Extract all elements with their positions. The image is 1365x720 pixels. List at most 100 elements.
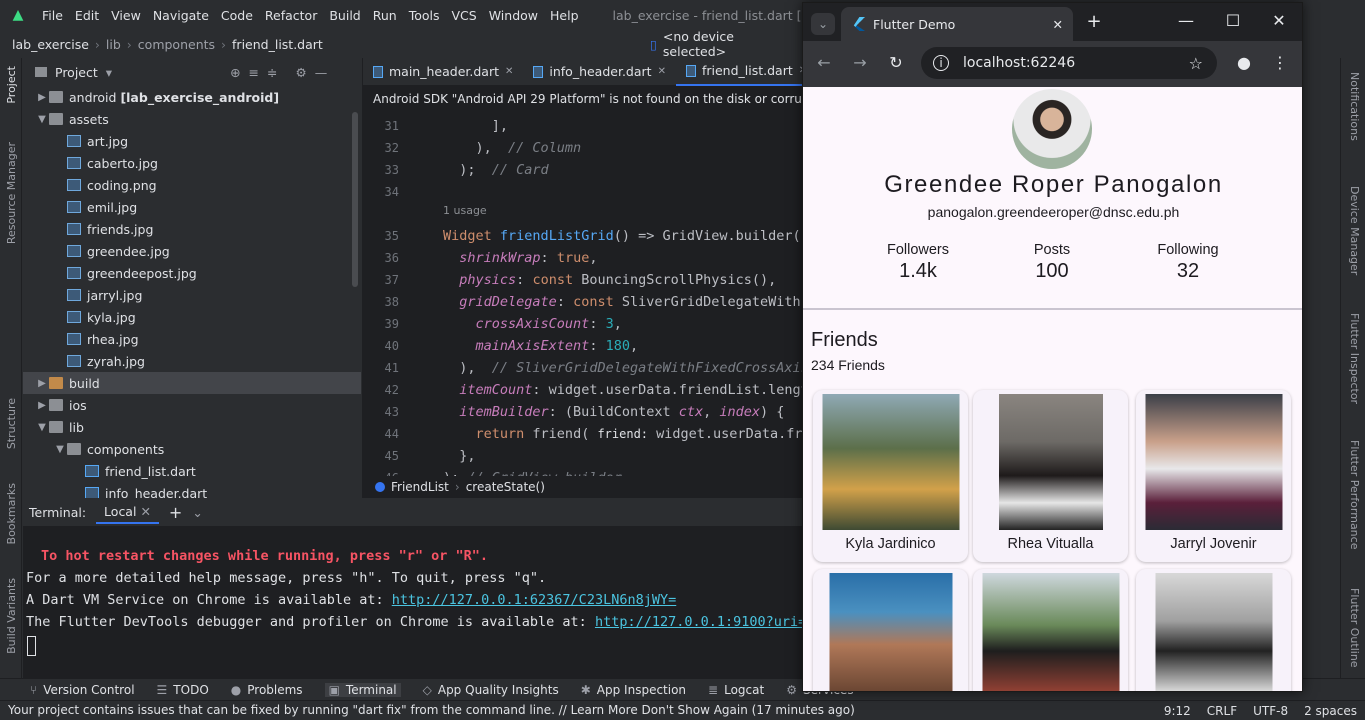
add-terminal-icon[interactable]: +	[169, 503, 182, 522]
close-window-icon[interactable]: ✕	[1268, 11, 1290, 30]
menu-item[interactable]: Help	[544, 8, 585, 23]
terminal-cursor[interactable]	[27, 636, 36, 656]
expand-toggle-icon[interactable]: ▼	[35, 422, 49, 433]
strip-flutter-outline[interactable]: Flutter Outline	[1348, 588, 1361, 668]
code-editor[interactable]: 31 ], 32 ), // Column 33 ); // Card 34 1 usa…	[363, 112, 803, 476]
menu-item[interactable]: Navigate	[147, 8, 215, 23]
tool-window-button[interactable]: ⑂ Version Control	[30, 683, 135, 697]
file-encoding[interactable]: UTF-8	[1253, 704, 1288, 718]
friend-card[interactable]: Jarryl Jovenir	[1136, 390, 1291, 562]
tree-item[interactable]: ▶ ios	[23, 394, 361, 416]
gear-icon[interactable]: ⚙	[296, 65, 307, 80]
tree-item[interactable]: kyla.jpg	[23, 306, 361, 328]
strip-project[interactable]: Project	[5, 66, 18, 104]
code-line[interactable]: mainAxisExtent: 180,	[443, 338, 639, 354]
code-line[interactable]: ), // SliverGridDelegateWithFixedCrossAx…	[443, 360, 803, 376]
code-line[interactable]: gridDelegate: const SliverGridDelegateWi…	[443, 294, 803, 310]
expand-toggle-icon[interactable]: ▼	[35, 114, 49, 125]
usage-hint[interactable]: 1 usage	[443, 204, 487, 217]
expand-toggle-icon[interactable]: ▶	[35, 400, 49, 411]
menu-item[interactable]: Tools	[403, 8, 446, 23]
status-message[interactable]: Your project contains issues that can be…	[8, 703, 855, 717]
strip-flutter-performance[interactable]: Flutter Performance	[1348, 440, 1361, 549]
tool-window-button[interactable]: ✱ App Inspection	[581, 683, 686, 697]
menu-item[interactable]: File	[36, 8, 69, 23]
forward-icon[interactable]: →	[849, 53, 871, 72]
code-line[interactable]: shrinkWrap: true,	[443, 250, 597, 266]
chevron-down-icon[interactable]: ⌄	[192, 505, 202, 520]
tree-item[interactable]: ▼ assets	[23, 108, 361, 130]
editor-tab[interactable]: info_header.dart ✕	[523, 58, 676, 86]
code-line[interactable]: },	[443, 448, 475, 464]
device-selector[interactable]: ▯ <no device selected>	[650, 29, 800, 59]
menu-item[interactable]: Edit	[69, 8, 105, 23]
browser-tab[interactable]: Flutter Demo ✕	[841, 7, 1073, 41]
tree-item[interactable]: caberto.jpg	[23, 152, 361, 174]
code-line[interactable]: itemCount: widget.userData.friendList.le…	[443, 382, 803, 398]
tree-item[interactable]: greendee.jpg	[23, 240, 361, 262]
menu-item[interactable]: Refactor	[259, 8, 323, 23]
tree-item[interactable]: ▼ lib	[23, 416, 361, 438]
tab-search-icon[interactable]: ⌄	[811, 13, 835, 35]
reload-icon[interactable]: ↻	[885, 53, 907, 72]
menu-item[interactable]: View	[105, 8, 147, 23]
strip-notifications[interactable]: Notifications	[1348, 72, 1361, 141]
breadcrumb-components[interactable]: components	[138, 37, 215, 52]
tree-item[interactable]: zyrah.jpg	[23, 350, 361, 372]
menu-item[interactable]: Build	[323, 8, 366, 23]
tool-window-button[interactable]: ☰ TODO	[157, 683, 209, 697]
expand-all-icon[interactable]: ≡	[249, 65, 259, 80]
breadcrumb-file[interactable]: friend_list.dart	[232, 37, 323, 52]
locate-icon[interactable]: ⊕	[230, 65, 240, 80]
strip-build-variants[interactable]: Build Variants	[5, 578, 18, 654]
tree-item[interactable]: friend_list.dart	[23, 460, 361, 482]
tree-item[interactable]: friends.jpg	[23, 218, 361, 240]
menu-item[interactable]: Run	[367, 8, 403, 23]
terminal-link[interactable]: http://127.0.0.1:62367/C23LN6n8jWY=	[392, 592, 676, 608]
editor-crumb-method[interactable]: createState()	[466, 480, 545, 494]
tree-item[interactable]: ▶ android [lab_exercise_android]	[23, 86, 361, 108]
close-icon[interactable]: ✕	[505, 66, 513, 77]
friend-card[interactable]	[973, 569, 1128, 691]
code-line[interactable]: ],	[443, 118, 508, 134]
menu-item[interactable]: Window	[483, 8, 544, 23]
code-line[interactable]: physics: const BouncingScrollPhysics(),	[443, 272, 776, 288]
tool-window-button[interactable]: ● Problems	[231, 683, 303, 697]
line-separator[interactable]: CRLF	[1207, 704, 1237, 718]
code-line[interactable]: return friend( friend: widget.userData.f…	[443, 426, 803, 442]
maximize-window-icon[interactable]: ☐	[1222, 11, 1244, 30]
tree-item[interactable]: ▼ components	[23, 438, 361, 460]
address-bar[interactable]: i localhost:62246 ☆	[921, 47, 1217, 79]
friend-card[interactable]: Kyla Jardinico	[813, 390, 968, 562]
tree-item[interactable]: coding.png	[23, 174, 361, 196]
strip-flutter-inspector[interactable]: Flutter Inspector	[1348, 313, 1361, 404]
tree-item[interactable]: rhea.jpg	[23, 328, 361, 350]
indent-setting[interactable]: 2 spaces	[1304, 704, 1357, 718]
caret-position[interactable]: 9:12	[1164, 704, 1191, 718]
strip-device-manager[interactable]: Device Manager	[1348, 186, 1361, 275]
code-line[interactable]: ), // Column	[443, 140, 582, 156]
tree-item[interactable]: greendeepost.jpg	[23, 262, 361, 284]
menu-item[interactable]: Code	[215, 8, 259, 23]
strip-resource-manager[interactable]: Resource Manager	[5, 142, 18, 244]
terminal-link[interactable]: http://127.0.0.1:9100?uri=h	[595, 614, 803, 630]
tree-item[interactable]: info_header.dart	[23, 482, 361, 498]
friend-card[interactable]	[1136, 569, 1291, 691]
terminal-output[interactable]: To hot restart changes while running, pr…	[23, 526, 803, 678]
tree-item[interactable]: art.jpg	[23, 130, 361, 152]
breadcrumb-project[interactable]: lab_exercise	[12, 37, 89, 52]
terminal-tab-local[interactable]: Local ✕	[96, 501, 159, 524]
expand-toggle-icon[interactable]: ▶	[35, 92, 49, 103]
tree-scrollbar[interactable]	[352, 112, 358, 287]
tree-item[interactable]: ▶ build	[23, 372, 361, 394]
strip-bookmarks[interactable]: Bookmarks	[5, 483, 18, 544]
tool-window-button[interactable]: ≣ Logcat	[708, 683, 764, 697]
friend-card[interactable]	[813, 569, 968, 691]
editor-crumb-class[interactable]: FriendList	[391, 480, 449, 494]
collapse-all-icon[interactable]: ≑	[267, 65, 277, 80]
tree-item[interactable]: jarryl.jpg	[23, 284, 361, 306]
editor-tab[interactable]: main_header.dart ✕	[363, 58, 523, 86]
project-view-selector[interactable]: Project	[55, 65, 98, 80]
tool-window-button[interactable]: ◇ App Quality Insights	[423, 683, 559, 697]
tool-window-button[interactable]: ▣ Terminal	[324, 682, 401, 697]
